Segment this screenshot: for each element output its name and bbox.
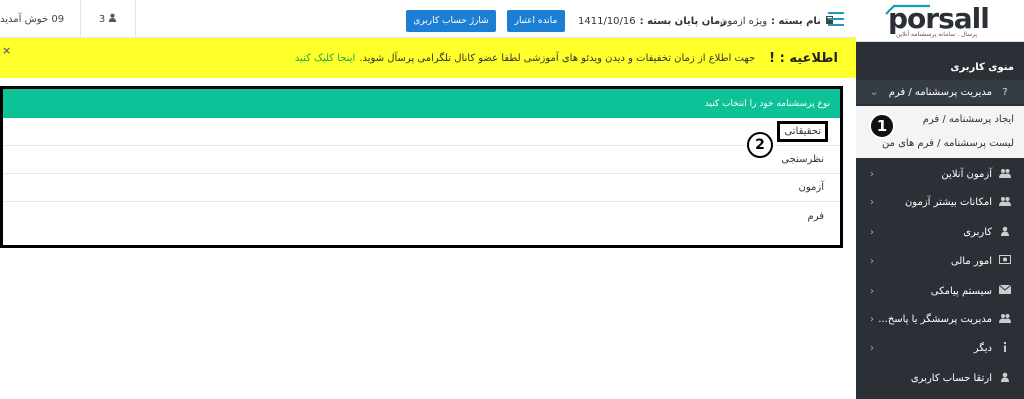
sidebar-item-label: دیگر <box>973 342 992 354</box>
users-icon <box>998 168 1012 181</box>
option-exam[interactable]: آزمون <box>3 174 840 202</box>
info-icon <box>998 341 1012 355</box>
user-icon <box>998 226 1012 239</box>
users-icon <box>998 313 1012 326</box>
user-icon <box>998 372 1012 385</box>
alert-link[interactable]: اینجا کلیک کنید <box>295 53 356 64</box>
sidebar-item-label: امور مالی <box>950 255 992 267</box>
user-icon <box>108 13 117 25</box>
questionnaire-type-panel: نوع پرسشنامه خود را انتخاب کنید تحقیقاتی… <box>0 86 843 248</box>
option-label: تحقیقاتی <box>777 121 828 142</box>
sidebar-item-respondent-management[interactable]: مدیریت پرسشگر یا پاسخ... ‹ <box>856 307 1024 331</box>
sidebar-item-label: مدیریت پرسشگر یا پاسخ... <box>878 313 992 325</box>
sidebar-item-other[interactable]: دیگر ‹ <box>856 336 1024 360</box>
package-end-label: زمان پایان بسته : <box>639 15 726 27</box>
package-name: نام بسته : ویژه ازمون <box>720 10 835 32</box>
option-label: فرم <box>807 210 825 222</box>
welcome-text: 09 خوش آمدید <box>0 13 65 25</box>
submenu-my-questionnaires[interactable]: لیست پرسشنامه / فرم های من <box>882 138 1014 149</box>
chevron-left-icon: ‹ <box>870 255 874 267</box>
logo-tagline: پرسال . سامانه پرسشنامه آنلاین <box>896 31 978 38</box>
menu-title: منوی کاربری <box>950 62 1014 73</box>
sidebar-item-upgrade-account[interactable]: ارتقا حساب کاربری <box>856 366 1024 390</box>
sidebar-item-online-exam[interactable]: آزمون آنلاین ‹ <box>856 162 1024 186</box>
chevron-down-icon: ⌄ <box>870 86 879 98</box>
chevron-left-icon: ‹ <box>870 342 874 354</box>
charge-account-button[interactable]: شارژ حساب کاربری <box>406 10 496 32</box>
submenu-create-questionnaire[interactable]: ایجاد پرسشنامه / فرم <box>923 114 1014 125</box>
user-count-value: 3 <box>98 13 106 25</box>
sidebar-item-label: ارتقا حساب کاربری <box>910 372 992 384</box>
users-icon <box>998 196 1012 209</box>
remaining-credit-button[interactable]: مانده اعتبار <box>507 10 565 32</box>
alert-title: اطلاعیه : ! <box>769 50 838 66</box>
package-name-label: نام بسته : <box>771 15 821 27</box>
sidebar-item-user[interactable]: کاربری ‹ <box>856 220 1024 244</box>
chevron-left-icon: ‹ <box>870 226 874 238</box>
money-icon <box>998 255 1012 267</box>
package-end-value: 1411/10/16 <box>578 15 636 27</box>
alert-message: جهت اطلاع از زمان تخفیفات و دیدن ویدئو ه… <box>359 52 756 64</box>
package-end-date: زمان پایان بسته : 1411/10/16 <box>578 10 726 32</box>
chevron-left-icon: ‹ <box>870 313 874 325</box>
chevron-left-icon: ‹ <box>870 196 874 208</box>
user-count[interactable]: 3 <box>80 0 136 38</box>
sidebar-item-questionnaire-management[interactable]: ? مدیریت پرسشنامه / فرم ⌄ <box>856 80 1024 104</box>
announcement-alert: اطلاعیه : ! جهت اطلاع از زمان تخفیفات و … <box>0 38 856 78</box>
envelope-icon <box>998 284 1012 297</box>
menu-toggle-icon[interactable] <box>828 12 844 26</box>
sidebar-item-label: سیستم پیامکی <box>930 285 992 297</box>
sidebar-item-label: آزمون آنلاین <box>941 168 992 180</box>
question-icon: ? <box>1002 86 1008 98</box>
sidebar-item-exam-features[interactable]: امکانات بیشتر آزمون ‹ <box>856 190 1024 214</box>
package-name-value: ویژه ازمون <box>720 15 768 27</box>
close-icon[interactable]: × <box>2 44 11 57</box>
sidebar-item-label: مدیریت پرسشنامه / فرم <box>888 86 992 98</box>
option-label: نظرسنجی <box>781 154 824 165</box>
sidebar-item-label: کاربری <box>963 226 992 238</box>
logo-area[interactable]: porsall پرسال . سامانه پرسشنامه آنلاین <box>856 0 1024 42</box>
option-form[interactable]: فرم <box>3 202 840 230</box>
sidebar-item-sms[interactable]: سیستم پیامکی ‹ <box>856 279 1024 303</box>
annotation-badge-1: 1 <box>869 113 895 139</box>
option-research[interactable]: تحقیقاتی <box>3 118 840 146</box>
chevron-left-icon: ‹ <box>870 168 874 180</box>
top-header: 09 خوش آمدید 3 شارژ حساب کاربری مانده اع… <box>0 0 856 38</box>
chevron-left-icon: ‹ <box>870 285 874 297</box>
annotation-badge-2: 2 <box>747 132 773 158</box>
option-label: آزمون <box>798 182 824 193</box>
option-survey[interactable]: نظرسنجی <box>3 146 840 174</box>
sidebar: porsall پرسال . سامانه پرسشنامه آنلاین م… <box>856 0 1024 399</box>
sidebar-item-finance[interactable]: امور مالی ‹ <box>856 249 1024 273</box>
sidebar-item-label: امکانات بیشتر آزمون <box>904 196 992 208</box>
panel-heading: نوع پرسشنامه خود را انتخاب کنید <box>3 89 840 118</box>
